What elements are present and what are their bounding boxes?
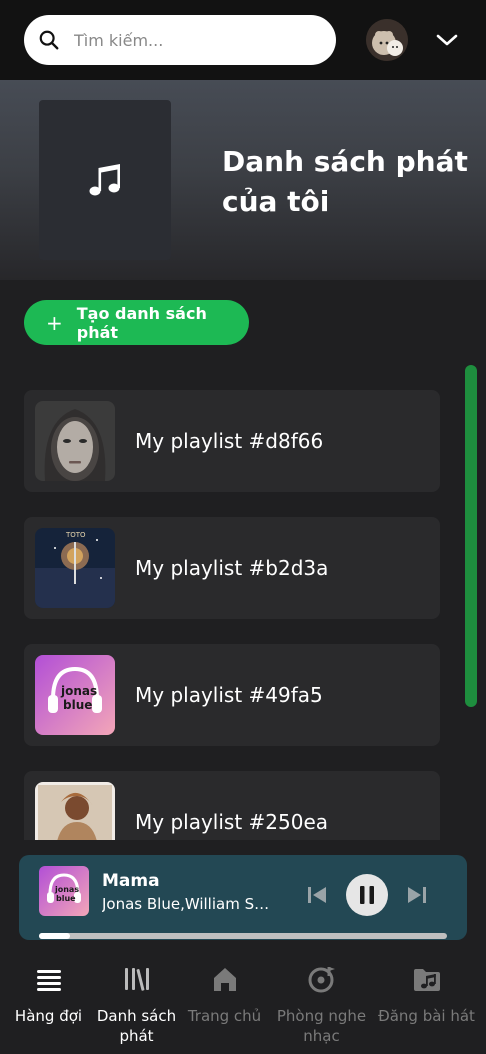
playlist-cover <box>39 100 171 260</box>
top-bar <box>0 0 486 80</box>
upload-song-icon <box>414 969 440 991</box>
playlist-item[interactable]: jonas blue My playlist #49fa5 <box>24 644 440 746</box>
pause-icon <box>360 886 374 904</box>
plus-icon: + <box>46 310 63 335</box>
bottom-nav: Hàng đợi Danh sách phát Trang chủ Phòng … <box>0 950 486 1054</box>
nav-item-upload-song[interactable]: Đăng bài hát <box>378 950 475 1054</box>
svg-text:blue: blue <box>56 894 76 903</box>
chevron-down-icon[interactable] <box>434 28 460 52</box>
avatar[interactable] <box>366 19 408 61</box>
search-icon <box>39 30 59 50</box>
search-input[interactable] <box>74 30 304 50</box>
nav-label: Trang chủ <box>187 1007 262 1025</box>
now-playing-artist: Jonas Blue,William Sin... <box>102 895 272 913</box>
nav-label: Phòng nghe nhạc <box>276 1007 367 1045</box>
playlist-item[interactable]: My playlist #d8f66 <box>24 390 440 492</box>
nav-item-playlists[interactable]: Danh sách phát <box>88 950 185 1054</box>
playlist-thumbnail <box>35 782 115 840</box>
now-playing-bar[interactable]: jonas blue Mama Jonas Blue,William Sin..… <box>19 855 467 940</box>
music-note-icon <box>89 164 120 196</box>
progress-bar[interactable] <box>39 933 447 939</box>
playlist-name: My playlist #b2d3a <box>135 556 329 580</box>
scrollbar[interactable] <box>465 365 477 707</box>
nav-label: Danh sách phát <box>96 1007 177 1045</box>
nav-item-home[interactable]: Trang chủ <box>176 950 273 1054</box>
playlist-header: Danh sách phát của tôi <box>0 80 486 280</box>
nav-item-music-room[interactable]: Phòng nghe nhạc <box>273 950 370 1054</box>
create-playlist-label: Tạo danh sách phát <box>76 303 207 342</box>
page-title: Danh sách phát của tôi <box>222 145 468 218</box>
nav-label: Hàng đợi <box>14 1007 83 1025</box>
next-track-icon[interactable] <box>405 883 429 907</box>
home-icon <box>214 968 236 991</box>
now-playing-thumbnail: jonas blue <box>39 866 89 916</box>
previous-track-icon[interactable] <box>305 883 329 907</box>
playlist-name: My playlist #250ea <box>135 810 329 834</box>
library-icon <box>125 968 149 991</box>
avatar-image <box>366 19 408 61</box>
svg-text:TOTO: TOTO <box>65 531 86 539</box>
playlist-item[interactable]: TOTO My playlist #b2d3a <box>24 517 440 619</box>
nav-item-queue[interactable]: Hàng đợi <box>0 950 97 1054</box>
now-playing-title: Mama <box>102 871 160 891</box>
svg-text:jonas: jonas <box>60 684 97 698</box>
playlist-thumbnail: TOTO <box>35 528 115 608</box>
playlist-name: My playlist #49fa5 <box>135 683 323 707</box>
playlist-name: My playlist #d8f66 <box>135 429 324 453</box>
playlist-thumbnail <box>35 401 115 481</box>
music-room-icon <box>308 967 335 993</box>
search-box[interactable] <box>24 15 336 65</box>
queue-icon <box>37 970 61 991</box>
playlist-item[interactable]: My playlist #250ea <box>24 771 440 840</box>
progress-fill <box>39 933 70 939</box>
pause-button[interactable] <box>346 874 388 916</box>
nav-label: Đăng bài hát <box>378 1007 475 1025</box>
playlist-thumbnail: jonas blue <box>35 655 115 735</box>
create-playlist-button[interactable]: + Tạo danh sách phát <box>24 300 249 345</box>
svg-text:jonas: jonas <box>54 885 79 894</box>
svg-text:blue: blue <box>63 698 92 712</box>
playlist-list[interactable]: My playlist #d8f66 TOTO My playlist #b2d… <box>0 380 486 840</box>
